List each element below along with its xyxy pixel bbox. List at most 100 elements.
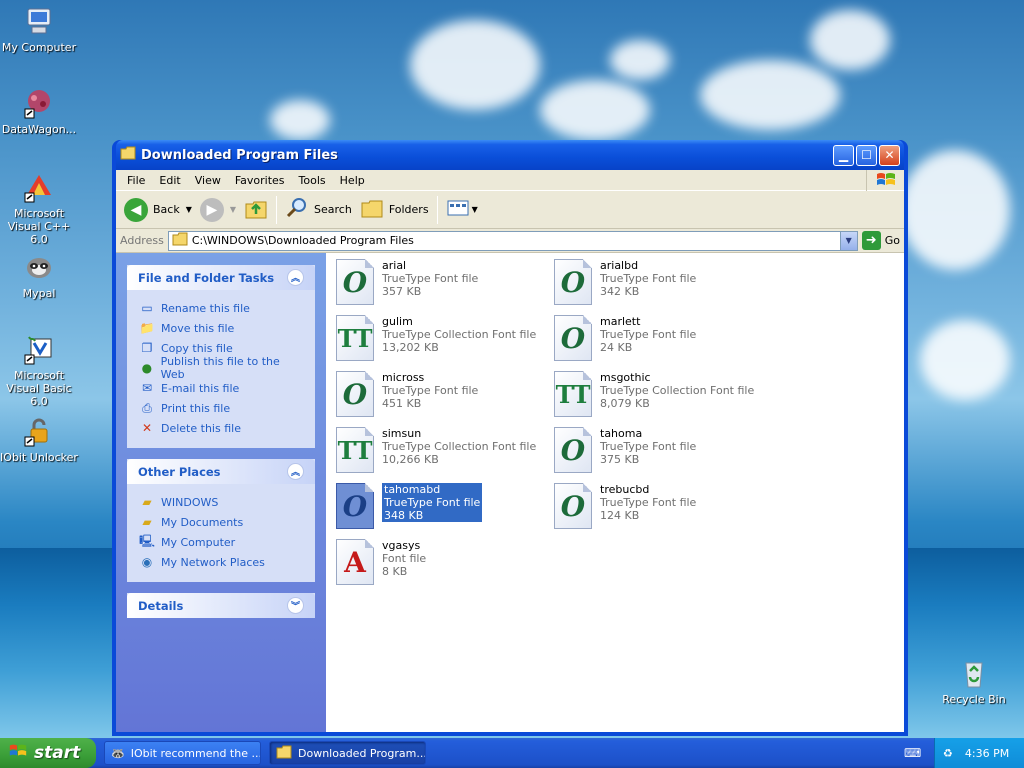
collapse-icon[interactable]: ︽ [287, 269, 304, 286]
file-folder-tasks-panel: File and Folder Tasks ︽ ▭ Rename this fil… [127, 265, 315, 448]
menu-file[interactable]: File [120, 174, 152, 187]
close-icon: ✕ [884, 148, 895, 162]
truetype-font-icon: O [554, 483, 592, 529]
task-rename[interactable]: ▭ Rename this file [139, 298, 304, 318]
file-list: O arial TrueType Font file 357 KB O arialb… [326, 253, 904, 732]
go-button[interactable]: ➜ Go [861, 231, 900, 250]
desktop-icon-visual-cpp[interactable]: Microsoft Visual C++ 6.0 [0, 170, 78, 246]
place-my-documents[interactable]: ▰ My Documents [139, 512, 304, 532]
file-item[interactable]: O arialbd TrueType Font file 342 KB [554, 259, 764, 311]
back-dropdown-icon[interactable]: ▼ [186, 205, 192, 214]
file-item[interactable]: O marlett TrueType Font file 24 KB [554, 315, 764, 367]
window-content: File and Folder Tasks ︽ ▭ Rename this fil… [116, 253, 904, 732]
folder-icon [276, 745, 292, 762]
address-label: Address [120, 234, 164, 247]
panel-header[interactable]: File and Folder Tasks ︽ [127, 265, 315, 290]
taskbar-item-iobit[interactable]: 🦝 IObit recommend the ... [104, 741, 261, 765]
globe-icon: ● [141, 361, 153, 375]
truetype-font-icon: O [554, 259, 592, 305]
truetype-collection-icon: TT [336, 315, 374, 361]
delete-x-icon: ✕ [141, 421, 153, 435]
file-item[interactable]: TT msgothic TrueType Collection Font file… [554, 371, 764, 423]
maximize-button[interactable]: ☐ [856, 144, 877, 166]
other-places-panel: Other Places ︽ ▰ WINDOWS ▰ My Documents 🖳 M… [127, 459, 315, 582]
task-publish-web[interactable]: ● Publish this file to the Web [139, 355, 304, 381]
move-icon: 📁 [139, 321, 155, 335]
desktop-icon-visual-basic[interactable]: Microsoft Visual Basic 6.0 [0, 332, 78, 408]
place-my-computer[interactable]: 🖳 My Computer [139, 532, 304, 552]
taskbar: start 🦝 IObit recommend the ... Download… [0, 738, 1024, 768]
desktop-icon-mypal[interactable]: Mypal [0, 250, 78, 300]
windows-logo-icon [866, 169, 904, 191]
menu-tools[interactable]: Tools [292, 174, 333, 187]
panel-header[interactable]: Details ︾ [127, 593, 315, 618]
folders-button[interactable]: Folders [356, 195, 433, 225]
address-field[interactable]: C:\WINDOWS\Downloaded Program Files ▼ [167, 230, 858, 251]
my-documents-icon: ▰ [142, 515, 152, 529]
clock[interactable]: 4:36 PM [965, 747, 1009, 760]
file-item[interactable]: A vgasys Font file 8 KB [336, 539, 546, 591]
desktop-icon-label: Microsoft Visual C++ 6.0 [7, 207, 71, 246]
mypal-raccoon-icon [22, 250, 56, 284]
visual-basic-icon [22, 332, 56, 366]
start-button[interactable]: start [0, 738, 96, 768]
collapse-icon[interactable]: ︽ [287, 463, 304, 480]
close-button[interactable]: ✕ [879, 144, 900, 166]
menu-favorites[interactable]: Favorites [228, 174, 292, 187]
desktop-icon-my-computer[interactable]: My Computer [0, 4, 78, 54]
truetype-collection-icon: TT [336, 427, 374, 473]
truetype-font-icon: O [336, 483, 374, 529]
raster-font-icon: A [336, 539, 374, 585]
file-item[interactable]: TT simsun TrueType Collection Font file 10… [336, 427, 546, 479]
place-windows[interactable]: ▰ WINDOWS [139, 492, 304, 512]
copy-icon: ❐ [141, 341, 153, 355]
desktop-icon-label: Microsoft Visual Basic 6.0 [6, 369, 72, 408]
place-my-network-places[interactable]: ◉ My Network Places [139, 552, 304, 572]
file-item[interactable]: O tahoma TrueType Font file 375 KB [554, 427, 764, 479]
address-value: C:\WINDOWS\Downloaded Program Files [191, 234, 414, 247]
title-bar[interactable]: Downloaded Program Files ▁ ☐ ✕ [116, 140, 904, 170]
file-item[interactable]: O micross TrueType Font file 451 KB [336, 371, 546, 423]
tray-app-icon[interactable]: ♻ [943, 747, 953, 760]
my-computer-icon [22, 4, 56, 38]
file-item[interactable]: O trebucbd TrueType Font file 124 KB [554, 483, 764, 535]
search-button[interactable]: Search [281, 195, 356, 225]
expand-icon[interactable]: ︾ [287, 597, 304, 614]
minimize-button[interactable]: ▁ [833, 144, 854, 166]
views-button[interactable]: ▼ [442, 195, 482, 225]
menu-edit[interactable]: Edit [152, 174, 187, 187]
printer-icon: ⎙ [142, 400, 152, 415]
back-button[interactable]: ◀ Back ▼ [120, 195, 196, 225]
forward-dropdown-icon[interactable]: ▼ [230, 205, 236, 214]
my-computer-icon: 🖳 [139, 533, 156, 548]
back-arrow-icon: ◀ [124, 197, 148, 222]
panel-header[interactable]: Other Places ︽ [127, 459, 315, 484]
file-item[interactable]: O arial TrueType Font file 357 KB [336, 259, 546, 311]
raccoon-icon: 🦝 [111, 746, 125, 760]
taskbar-item-downloaded-program-files[interactable]: Downloaded Program... [269, 741, 426, 765]
desktop-icon-label: IObit Unlocker [0, 451, 78, 464]
forward-button[interactable]: ▶ ▼ [196, 195, 240, 225]
keyboard-icon[interactable]: ⌨ [904, 746, 921, 760]
desktop-icon-recycle-bin[interactable]: Recycle Bin [934, 656, 1014, 706]
windows-flag-icon [8, 742, 28, 765]
desktop-icon-datawagon[interactable]: DataWagon... [0, 86, 78, 136]
views-icon [446, 198, 470, 221]
menu-help[interactable]: Help [333, 174, 372, 187]
desktop-icon-label: Mypal [22, 287, 56, 300]
address-bar: Address C:\WINDOWS\Downloaded Program Fi… [116, 229, 904, 253]
file-item[interactable]: TT gulim TrueType Collection Font file 13,… [336, 315, 546, 367]
padlock-icon [22, 414, 56, 448]
task-print[interactable]: ⎙ Print this file [139, 398, 304, 418]
task-email[interactable]: ✉ E-mail this file [139, 378, 304, 398]
search-icon [285, 196, 309, 223]
minimize-icon: ▁ [838, 148, 849, 162]
up-folder-button[interactable] [240, 195, 272, 225]
task-move[interactable]: 📁 Move this file [139, 318, 304, 338]
up-folder-icon [244, 196, 268, 223]
desktop-icon-iobit-unlocker[interactable]: IObit Unlocker [0, 414, 78, 464]
menu-view[interactable]: View [188, 174, 228, 187]
file-item-selected[interactable]: O tahomabd TrueType Font file 348 KB [336, 483, 546, 535]
task-delete[interactable]: ✕ Delete this file [139, 418, 304, 438]
address-dropdown-button[interactable]: ▼ [839, 231, 857, 250]
